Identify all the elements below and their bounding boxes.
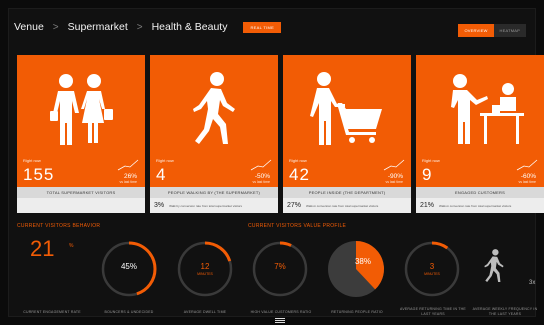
inside-count: 42	[289, 165, 310, 184]
engagement-rate-value: 21	[30, 236, 55, 261]
card-footer: 21% Walk-in conversion rate from total s…	[416, 198, 544, 213]
realtime-label: Right now	[23, 158, 41, 163]
family-shopping-icon	[17, 59, 145, 159]
card-label: TOTAL SUPERMARKET VISITORS	[17, 187, 145, 198]
overview-tab[interactable]: OVERVIEW	[458, 24, 494, 37]
engagement-rate-unit: %	[69, 243, 74, 249]
walking-count: 4	[156, 165, 167, 184]
card-footer: 3% Walk by conversion rate from total su…	[150, 198, 278, 213]
pie-value: 38%	[354, 257, 371, 266]
change-percent: -50%	[254, 173, 270, 180]
card-walking-by[interactable]: Right now 4 -50% vs last time PEOPLE WAL…	[150, 55, 278, 213]
behavior-section-title: CURRENT VISITORS BEHAVIOR	[17, 223, 101, 229]
change-subtitle: vs last time	[119, 180, 137, 184]
ring-value: 3	[429, 262, 435, 271]
engaged-count: 9	[422, 165, 433, 184]
footer-percent: 21%	[420, 202, 435, 209]
trend-up-icon	[117, 159, 139, 171]
shopping-cart-person-icon	[283, 59, 411, 159]
high-value-label: HIGH VALUE CUSTOMERS RATIO	[250, 310, 312, 314]
breadcrumb-supermarket[interactable]: Supermarket	[68, 21, 128, 33]
breadcrumb-separator: >	[136, 21, 143, 33]
realtime-label: Right now	[156, 158, 174, 163]
dwell-time-ring: 12 MINUTES	[175, 239, 235, 299]
menu-icon[interactable]	[275, 318, 285, 323]
heatmap-tab[interactable]: HEATMAP	[493, 24, 526, 37]
change-subtitle: vs last time	[518, 180, 536, 184]
change-percent: 26%	[123, 173, 137, 180]
customer-service-counter-icon	[416, 59, 544, 159]
breadcrumb-separator: >	[52, 21, 59, 33]
returning-ratio-label: RETURNING PEOPLE RATIO	[331, 310, 383, 314]
ring-unit: MINUTES	[424, 272, 440, 276]
ring-value: 12	[200, 262, 210, 271]
card-label: PEOPLE INSIDE (THE DEPARTMENT)	[283, 187, 411, 198]
returning-time-ring: 3 MINUTES	[402, 239, 462, 299]
card-label: PEOPLE WALKING BY (THE SUPERMARKET)	[150, 187, 278, 198]
ring-value: 7%	[274, 262, 286, 271]
card-total-visitors[interactable]: Right now 155 26% vs last time TOTAL SUP…	[17, 55, 145, 213]
change-percent: -60%	[520, 173, 536, 180]
change-subtitle: vs last time	[385, 180, 403, 184]
engagement-rate-label: CURRENT ENGAGEMENT RATE	[23, 310, 81, 314]
weekly-frequency-value: 3x	[529, 280, 536, 286]
realtime-label: Right now	[289, 158, 307, 163]
footer-note: Walk-in conversion rate from total super…	[439, 203, 512, 208]
breadcrumb-venue[interactable]: Venue	[14, 21, 44, 33]
pie-chart	[328, 241, 384, 297]
walking-person-icon	[150, 59, 278, 159]
returning-ratio-pie: 38%	[326, 239, 386, 299]
dwell-time-label: AVERAGE DWELL TIME	[183, 310, 227, 314]
ring-unit: MINUTES	[197, 272, 213, 276]
footer-percent: 27%	[287, 202, 302, 209]
bouncers-ring: 45%	[99, 239, 159, 299]
card-engaged-customers[interactable]: Right now 9 -60% vs last time ENGAGED CU…	[416, 55, 544, 213]
bouncers-label: BOUNCERS & UNDECIDED	[104, 310, 154, 314]
view-toggle: OVERVIEW HEATMAP	[458, 24, 526, 37]
card-label: ENGAGED CUSTOMERS	[416, 187, 544, 198]
realtime-button[interactable]: REAL TIME	[243, 21, 282, 33]
ring-value: 45%	[120, 262, 137, 271]
card-inside-department[interactable]: Right now 42 -90% vs last time PEOPLE IN…	[283, 55, 411, 213]
value-profile-section-title: CURRENT VISITORS VALUE PROFILE	[248, 223, 347, 229]
change-subtitle: vs last time	[252, 180, 270, 184]
realtime-label: Right now	[422, 158, 440, 163]
trend-up-icon	[516, 159, 538, 171]
trend-up-icon	[383, 159, 405, 171]
change-percent: -90%	[387, 173, 403, 180]
weekly-frequency-label: AVERAGE WEEKLY FREQUENCY IN THE LAST YEA…	[472, 307, 538, 316]
breadcrumb: Venue > Supermarket > Health & Beauty RE…	[14, 21, 282, 33]
card-footer	[17, 198, 145, 213]
footer-note: Walk-in conversion rate from total super…	[306, 203, 379, 208]
walking-person-icon	[484, 249, 504, 282]
trend-up-icon	[250, 159, 272, 171]
visitor-count: 155	[23, 165, 55, 184]
footer-note: Walk by conversion rate from total super…	[169, 203, 243, 208]
footer-percent: 3%	[154, 202, 165, 209]
card-footer: 27% Walk-in conversion rate from total s…	[283, 198, 411, 213]
breadcrumb-health-beauty[interactable]: Health & Beauty	[152, 21, 228, 33]
high-value-ring: 7%	[250, 239, 310, 299]
returning-time-label: AVERAGE RETURNING TIME IN THE LAST YEARS	[400, 307, 466, 316]
